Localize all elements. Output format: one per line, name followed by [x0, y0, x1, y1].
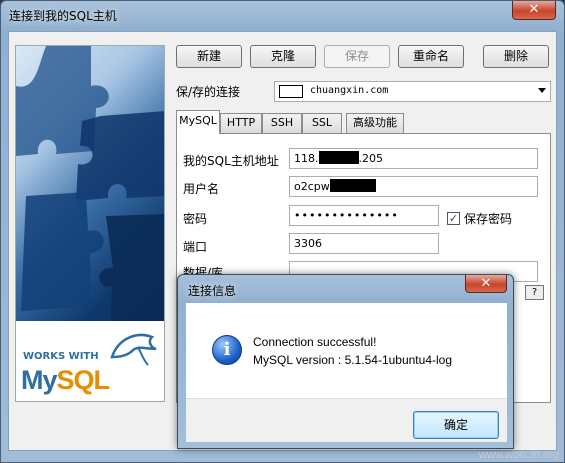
- save-password-checkbox[interactable]: ✓: [447, 212, 460, 225]
- clone-button[interactable]: 克隆: [250, 45, 316, 68]
- delete-button[interactable]: 删除: [483, 45, 549, 68]
- host-input[interactable]: 118. .205: [289, 148, 538, 169]
- port-label: 端口: [183, 240, 208, 254]
- mysql-logo: WORKS WITH MySQL: [16, 321, 164, 401]
- ok-button[interactable]: 确定: [413, 411, 499, 439]
- title-bar[interactable]: 连接到我的SQL主机 ✕: [1, 1, 564, 29]
- tab-mysql[interactable]: MySQL: [176, 110, 220, 134]
- logo-panel: WORKS WITH MySQL: [15, 45, 165, 402]
- watermark-text: www.woo..in.org: [478, 449, 559, 461]
- mysql-wordmark: MySQL: [21, 365, 110, 395]
- dialog-title: 连接信息: [188, 284, 237, 298]
- saved-connection-select[interactable]: chuangxin.com: [274, 81, 551, 102]
- tab-advanced[interactable]: 高级功能: [346, 113, 404, 133]
- saved-connection-label: 保/存的连接: [176, 85, 241, 99]
- dialog-body: i Connection successful! MySQL version :…: [186, 303, 507, 398]
- password-input[interactable]: ••••••••••••••: [289, 205, 439, 226]
- password-label: 密码: [183, 212, 208, 226]
- redacted-block: [318, 151, 359, 164]
- connection-info-dialog: 连接信息 ✕ i Connection successful! MySQL ve…: [177, 274, 514, 449]
- works-with-text: WORKS WITH: [23, 351, 99, 362]
- save-password-label: 保存密码: [464, 212, 513, 226]
- window-title: 连接到我的SQL主机: [9, 9, 117, 23]
- new-button[interactable]: 新建: [176, 45, 242, 68]
- tab-http[interactable]: HTTP: [220, 113, 262, 133]
- host-label: 我的SQL主机地址: [183, 154, 279, 168]
- redacted-block: [329, 179, 376, 192]
- database-help-button[interactable]: ?: [525, 285, 544, 300]
- tab-ssl[interactable]: SSL: [302, 113, 342, 133]
- chevron-down-icon[interactable]: [538, 88, 546, 93]
- puzzle-image: [16, 46, 164, 321]
- tab-ssh[interactable]: SSH: [262, 113, 302, 133]
- connection-color-swatch: [279, 85, 303, 98]
- save-button[interactable]: 保存: [324, 45, 390, 68]
- dialog-close-button[interactable]: ✕: [465, 275, 507, 293]
- username-input[interactable]: o2cpw: [289, 176, 538, 197]
- dolphin-icon: [110, 333, 157, 366]
- saved-connection-value: chuangxin.com: [310, 85, 389, 96]
- username-label: 用户名: [183, 182, 220, 196]
- window-close-button[interactable]: ✕: [512, 1, 556, 20]
- dialog-message-line1: Connection successful!: [253, 335, 377, 349]
- port-input[interactable]: 3306: [289, 233, 439, 254]
- info-icon: i: [212, 335, 242, 365]
- dialog-message-line2: MySQL version : 5.1.54-1ubuntu4-log: [253, 353, 453, 367]
- rename-button[interactable]: 重命名: [398, 45, 464, 68]
